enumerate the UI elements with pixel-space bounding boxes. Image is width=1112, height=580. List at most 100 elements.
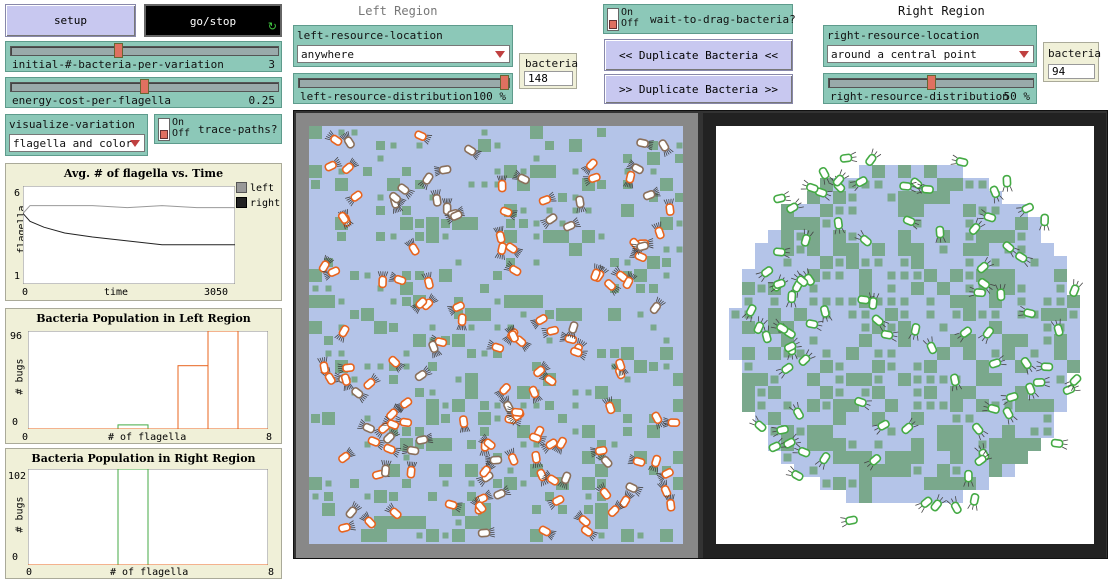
setup-button[interactable]: setup	[5, 4, 136, 37]
slider-value: 50 %	[1003, 90, 1031, 103]
slider-track[interactable]	[828, 75, 1034, 90]
resource-patch	[1056, 375, 1065, 384]
resource-patch	[309, 165, 322, 178]
switch-track[interactable]	[158, 118, 170, 141]
resource-patch	[1015, 373, 1028, 386]
resource-patch	[794, 256, 807, 269]
resource-patch	[324, 336, 333, 345]
resource-patch	[389, 492, 398, 501]
switch-handle[interactable]	[609, 20, 617, 29]
resource-patch	[374, 490, 387, 503]
switch-track[interactable]	[607, 8, 619, 31]
right-bacteria-monitor: bacteria 94	[1043, 42, 1101, 82]
resource-patch	[610, 349, 619, 358]
resource-patch	[963, 347, 976, 360]
switch-handle[interactable]	[160, 130, 168, 139]
resource-patch	[924, 256, 937, 269]
resource-patch	[1028, 321, 1041, 334]
resource-patch	[390, 142, 397, 149]
world-view[interactable]	[293, 110, 1108, 559]
resource-patch	[833, 477, 846, 490]
right-resource-location-chooser[interactable]: right-resource-location around a central…	[823, 25, 1037, 67]
resource-patch	[898, 191, 911, 204]
resource-patch	[481, 181, 488, 188]
resource-patch	[1015, 438, 1028, 451]
wait-to-drag-switch[interactable]: On Off wait-to-drag-bacteria?	[603, 4, 796, 34]
slider-thumb[interactable]	[927, 75, 936, 90]
resource-patch	[1043, 336, 1052, 345]
resource-patch	[452, 529, 465, 542]
resource-patch	[963, 451, 976, 464]
resource-patch	[363, 167, 372, 176]
right-resource-distribution-slider[interactable]: right-resource-distribution 50 %	[823, 73, 1037, 104]
resource-patch	[1030, 349, 1039, 358]
resource-patch	[911, 477, 924, 490]
resource-patch	[898, 464, 911, 477]
resource-patch	[439, 438, 452, 451]
resource-patch	[950, 399, 963, 412]
resource-patch	[623, 414, 632, 423]
resource-patch	[556, 230, 569, 243]
duplicate-right-button[interactable]: >> Duplicate Bacteria >>	[604, 74, 793, 104]
resource-patch	[794, 308, 807, 321]
resource-patch	[663, 363, 670, 370]
resource-patch	[533, 402, 540, 409]
resource-patch	[872, 477, 885, 490]
resource-patch	[924, 386, 937, 399]
resource-patch	[660, 529, 673, 542]
trace-paths-switch[interactable]: On Off trace-paths?	[154, 114, 282, 144]
resource-patch	[1054, 256, 1067, 269]
switch-off-label: Off	[621, 18, 640, 29]
slider-thumb[interactable]	[500, 75, 509, 90]
resource-patch	[807, 243, 820, 256]
resource-patch	[1002, 347, 1015, 360]
left-region-canvas[interactable]	[309, 126, 683, 544]
resource-patch	[455, 259, 462, 266]
resource-patch	[859, 490, 872, 503]
switch-off-label: Off	[172, 128, 191, 139]
y-axis-label: # bugs	[14, 358, 26, 395]
resource-patch	[532, 505, 541, 514]
left-location-dropdown[interactable]: anywhere	[297, 45, 510, 63]
visualize-variation-chooser[interactable]: visualize-variation flagella and color	[5, 114, 148, 156]
resource-patch	[872, 165, 885, 178]
resource-patch	[478, 308, 491, 321]
resource-patch	[768, 386, 781, 399]
resource-patch	[1028, 412, 1041, 425]
resource-patch	[439, 464, 452, 477]
resource-patch	[493, 479, 502, 488]
resource-patch	[976, 347, 989, 360]
right-region-canvas[interactable]	[716, 126, 1094, 544]
resource-patch	[924, 425, 937, 438]
left-resource-location-chooser[interactable]: left-resource-location anywhere	[293, 25, 513, 67]
energy-cost-slider[interactable]: energy-cost-per-flagella 0.25	[5, 77, 282, 108]
right-location-dropdown[interactable]: around a central point	[827, 45, 1034, 63]
slider-track[interactable]	[10, 79, 279, 94]
resource-patch	[859, 282, 872, 295]
resource-patch	[794, 386, 807, 399]
y-min-label: 0	[12, 417, 19, 428]
resource-patch	[467, 349, 476, 358]
resource-patch	[649, 362, 658, 371]
duplicate-left-button[interactable]: << Duplicate Bacteria <<	[604, 39, 793, 71]
resource-patch	[377, 194, 384, 201]
go-stop-button[interactable]: go/stop ↻	[144, 4, 282, 37]
left-resource-distribution-slider[interactable]: left-resource-distribution 100 %	[293, 73, 513, 104]
resource-patch	[545, 401, 554, 410]
resource-patch	[582, 425, 595, 438]
resource-patch	[848, 440, 857, 449]
initial-bacteria-slider[interactable]: initial-#-bacteria-per-variation 3	[5, 41, 282, 72]
slider-thumb[interactable]	[114, 43, 123, 58]
slider-track[interactable]	[298, 75, 510, 90]
slider-label: initial-#-bacteria-per-variation	[12, 58, 224, 71]
resource-patch	[794, 217, 807, 230]
visualize-dropdown[interactable]: flagella and color	[9, 134, 145, 152]
resource-patch	[885, 438, 898, 451]
resource-patch	[846, 243, 859, 256]
resource-patch	[729, 321, 742, 334]
slider-track[interactable]	[10, 43, 279, 58]
slider-thumb[interactable]	[140, 79, 149, 94]
resource-patch	[939, 323, 948, 332]
resource-patch	[543, 230, 556, 243]
resource-patch	[768, 412, 781, 425]
